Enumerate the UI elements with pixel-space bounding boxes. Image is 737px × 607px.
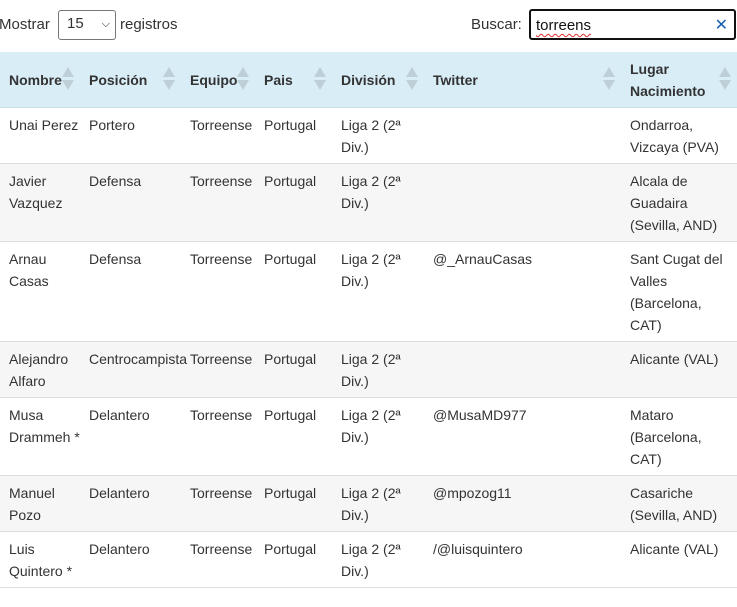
cell-pais: Portugal — [255, 475, 332, 532]
cell-lugar: Mataro (Barcelona, CAT) — [621, 397, 737, 476]
cell-pais: Portugal — [255, 107, 332, 164]
cell-division: Liga 2 (2ª Div.) — [332, 163, 424, 242]
cell-pais: Portugal — [255, 531, 332, 588]
sort-icon — [603, 67, 615, 91]
cell-twitter[interactable]: @MusaMD977 — [424, 397, 621, 476]
cell-division: Liga 2 (2ª Div.) — [332, 241, 424, 342]
column-header-posicion[interactable]: Posición — [80, 52, 181, 108]
sort-icon — [237, 67, 249, 91]
column-header-twitter[interactable]: Twitter — [424, 52, 621, 108]
cell-nombre: Javier Vazquez — [0, 163, 80, 242]
cell-twitter[interactable] — [424, 341, 621, 398]
column-header-division[interactable]: División — [332, 52, 424, 108]
cell-lugar: Alcala de Guadaira (Sevilla, AND) — [621, 163, 737, 242]
table-controls: Mostrar 15 ⌵ registros Buscar: torreens … — [0, 0, 737, 52]
cell-nombre: Arnau Casas — [0, 241, 80, 342]
cell-division: Liga 2 (2ª Div.) — [332, 475, 424, 532]
cell-nombre: Luis Quintero * — [0, 531, 80, 588]
column-header-lugar-nacimiento[interactable]: Lugar Nacimiento — [621, 52, 737, 108]
cell-twitter[interactable]: @mpozog11 — [424, 475, 621, 532]
cell-lugar: Alicante (VAL) — [621, 531, 737, 588]
cell-division: Liga 2 (2ª Div.) — [332, 397, 424, 476]
cell-lugar: Sant Cugat del Valles (Barcelona, CAT) — [621, 241, 737, 342]
cell-division: Liga 2 (2ª Div.) — [332, 107, 424, 164]
cell-equipo: Torreense — [181, 475, 255, 532]
cell-twitter[interactable] — [424, 107, 621, 164]
cell-equipo: Torreense — [181, 531, 255, 588]
table-row[interactable]: Javier Vazquez Defensa Torreense Portuga… — [0, 163, 737, 242]
search-value: torreens — [536, 17, 592, 34]
search-label: Buscar: — [471, 16, 522, 33]
cell-equipo: Torreense — [181, 107, 255, 164]
cell-twitter[interactable]: /@luisquintero — [424, 531, 621, 588]
table-row[interactable]: Manuel Pozo Delantero Torreense Portugal… — [0, 475, 737, 532]
page-length-select[interactable]: 15 ⌵ — [58, 10, 116, 40]
sort-icon — [62, 67, 74, 91]
cell-division: Liga 2 (2ª Div.) — [332, 531, 424, 588]
records-label: registros — [120, 16, 178, 33]
cell-posicion: Delantero — [80, 531, 181, 588]
cell-posicion: Defensa — [80, 163, 181, 242]
sort-icon — [314, 67, 326, 91]
cell-nombre: Alejandro Alfaro — [0, 341, 80, 398]
show-label: Mostrar — [0, 16, 50, 33]
cell-pais: Portugal — [255, 163, 332, 242]
players-table: Nombre Posición Equipo Pais División Twi… — [0, 52, 737, 588]
cell-equipo: Torreense — [181, 341, 255, 398]
cell-nombre: Manuel Pozo — [0, 475, 80, 532]
cell-equipo: Torreense — [181, 163, 255, 242]
cell-nombre: Musa Drammeh * — [0, 397, 80, 476]
cell-nombre: Unai Perez — [0, 107, 80, 164]
cell-twitter[interactable]: @_ArnauCasas — [424, 241, 621, 342]
search-input[interactable]: torreens ✕ — [529, 9, 736, 40]
cell-pais: Portugal — [255, 241, 332, 342]
table-row[interactable]: Luis Quintero * Delantero Torreense Port… — [0, 531, 737, 588]
column-header-nombre[interactable]: Nombre — [0, 52, 80, 108]
cell-lugar: Alicante (VAL) — [621, 341, 737, 398]
chevron-down-icon: ⌵ — [101, 18, 110, 30]
table-row[interactable]: Unai Perez Portero Torreense Portugal Li… — [0, 107, 737, 164]
cell-twitter[interactable] — [424, 163, 621, 242]
cell-equipo: Torreense — [181, 241, 255, 342]
sort-icon — [406, 67, 418, 91]
column-header-pais[interactable]: Pais — [255, 52, 332, 108]
cell-lugar: Ondarroa, Vizcaya (PVA) — [621, 107, 737, 164]
header-row: Nombre Posición Equipo Pais División Twi… — [0, 52, 737, 108]
table-row[interactable]: Musa Drammeh * Delantero Torreense Portu… — [0, 397, 737, 476]
cell-pais: Portugal — [255, 341, 332, 398]
table-row[interactable]: Arnau Casas Defensa Torreense Portugal L… — [0, 241, 737, 342]
sort-icon — [163, 67, 175, 91]
column-header-equipo[interactable]: Equipo — [181, 52, 255, 108]
close-icon[interactable]: ✕ — [715, 15, 728, 35]
cell-posicion: Portero — [80, 107, 181, 164]
sort-icon — [719, 67, 731, 91]
cell-posicion: Delantero — [80, 475, 181, 532]
cell-division: Liga 2 (2ª Div.) — [332, 341, 424, 398]
page-length-value: 15 — [67, 15, 84, 32]
cell-posicion: Delantero — [80, 397, 181, 476]
table-row[interactable]: Alejandro Alfaro Centrocampista Torreens… — [0, 341, 737, 398]
cell-posicion: Centrocampista — [80, 341, 187, 398]
cell-posicion: Defensa — [80, 241, 181, 342]
cell-lugar: Casariche (Sevilla, AND) — [621, 475, 737, 532]
cell-equipo: Torreense — [181, 397, 255, 476]
cell-pais: Portugal — [255, 397, 332, 476]
